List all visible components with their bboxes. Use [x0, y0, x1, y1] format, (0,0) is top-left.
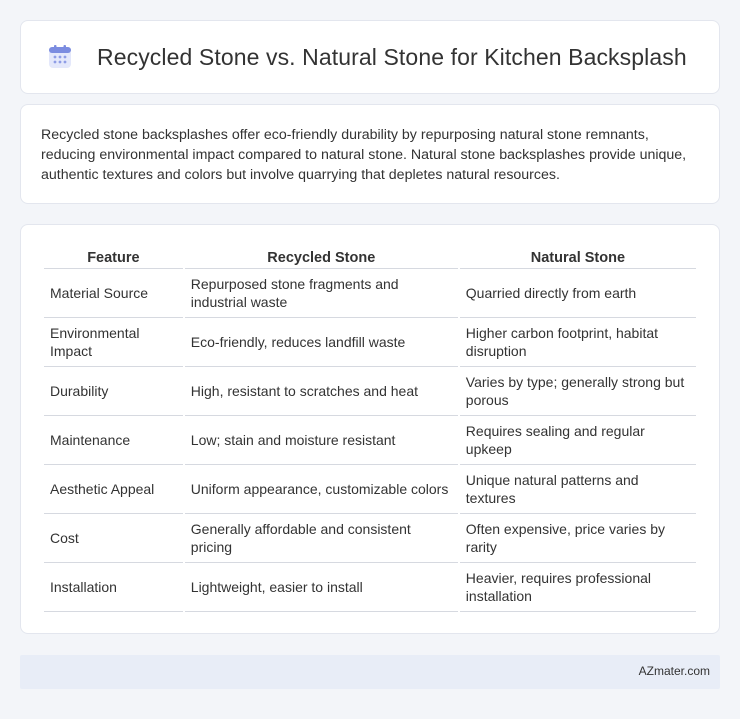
page-title: Recycled Stone vs. Natural Stone for Kit…: [97, 43, 687, 70]
table-row: Installation Lightweight, easier to inst…: [44, 563, 696, 612]
cell-natural: Higher carbon footprint, habitat disrupt…: [459, 318, 696, 367]
cell-feature: Durability: [44, 367, 183, 416]
cell-recycled: Repurposed stone fragments and industria…: [184, 269, 458, 318]
table-row: Material Source Repurposed stone fragmen…: [44, 269, 696, 318]
comparison-table: Feature Recycled Stone Natural Stone Mat…: [42, 247, 698, 612]
footer: AZmater.com: [20, 655, 720, 689]
cell-natural: Requires sealing and regular upkeep: [459, 416, 696, 465]
cell-natural: Heavier, requires professional installat…: [459, 563, 696, 612]
cell-recycled: Eco-friendly, reduces landfill waste: [184, 318, 458, 367]
table-row: Cost Generally affordable and consistent…: [44, 514, 696, 563]
summary-text: Recycled stone backsplashes offer eco-fr…: [41, 127, 687, 183]
cell-natural: Varies by type; generally strong but por…: [459, 367, 696, 416]
title-card: Recycled Stone vs. Natural Stone for Kit…: [20, 20, 720, 94]
cell-recycled: Low; stain and moisture resistant: [184, 416, 458, 465]
cell-feature: Cost: [44, 514, 183, 563]
table-row: Maintenance Low; stain and moisture resi…: [44, 416, 696, 465]
cell-feature: Maintenance: [44, 416, 183, 465]
cell-feature: Environmental Impact: [44, 318, 183, 367]
header-feature: Feature: [44, 247, 183, 269]
header-recycled-stone: Recycled Stone: [184, 247, 458, 269]
cell-feature: Installation: [44, 563, 183, 612]
summary-card: Recycled stone backsplashes offer eco-fr…: [20, 104, 720, 204]
cell-feature: Aesthetic Appeal: [44, 465, 183, 514]
cell-recycled: High, resistant to scratches and heat: [184, 367, 458, 416]
table-row: Durability High, resistant to scratches …: [44, 367, 696, 416]
calendar-icon: [47, 44, 73, 70]
comparison-table-card: Feature Recycled Stone Natural Stone Mat…: [20, 224, 720, 634]
table-row: Aesthetic Appeal Uniform appearance, cus…: [44, 465, 696, 514]
table-header-row: Feature Recycled Stone Natural Stone: [44, 247, 696, 269]
cell-recycled: Uniform appearance, customizable colors: [184, 465, 458, 514]
footer-site-link[interactable]: AZmater.com: [639, 664, 710, 678]
cell-natural: Unique natural patterns and textures: [459, 465, 696, 514]
cell-recycled: Generally affordable and consistent pric…: [184, 514, 458, 563]
cell-natural: Often expensive, price varies by rarity: [459, 514, 696, 563]
title-row: Recycled Stone vs. Natural Stone for Kit…: [21, 21, 719, 93]
table-row: Environmental Impact Eco-friendly, reduc…: [44, 318, 696, 367]
cell-recycled: Lightweight, easier to install: [184, 563, 458, 612]
cell-natural: Quarried directly from earth: [459, 269, 696, 318]
cell-feature: Material Source: [44, 269, 183, 318]
header-natural-stone: Natural Stone: [459, 247, 696, 269]
